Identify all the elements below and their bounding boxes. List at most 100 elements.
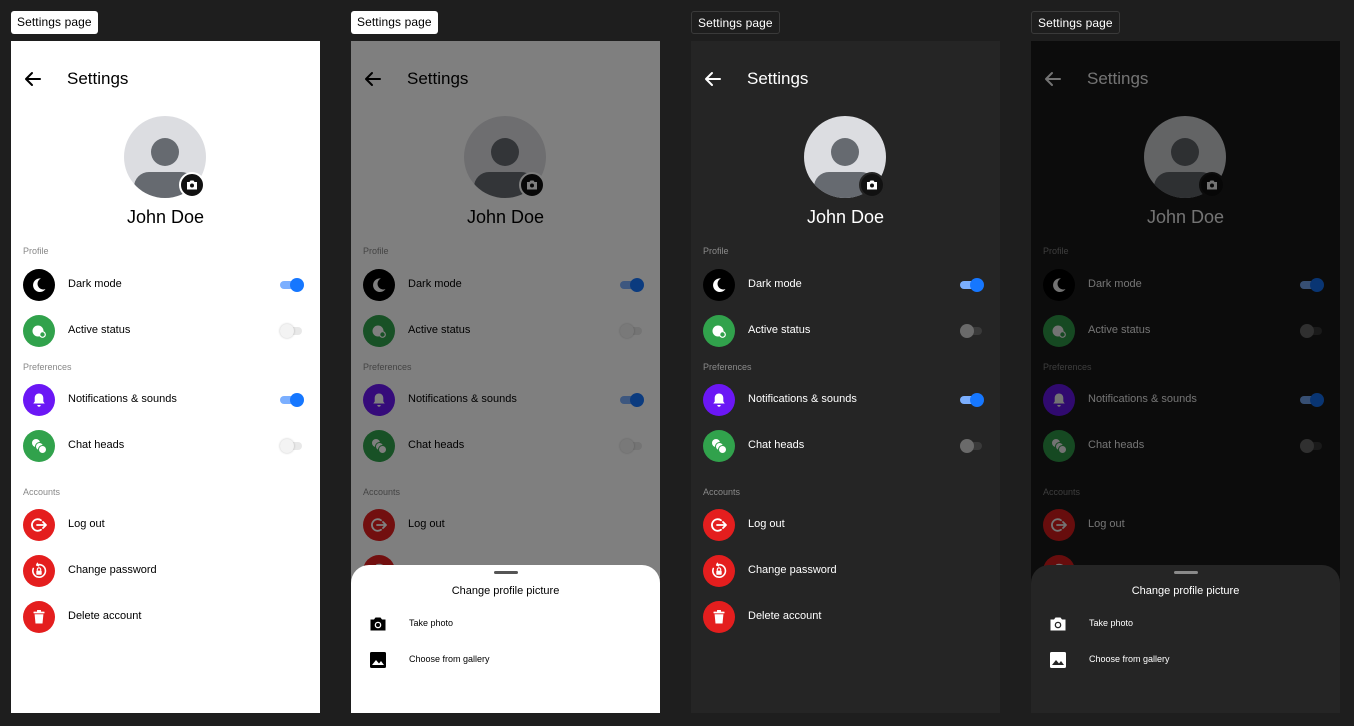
- setting-label: Change password: [748, 564, 837, 576]
- section-label-profile: Profile: [23, 246, 49, 256]
- setting-row-log-out[interactable]: Log out: [691, 505, 1000, 545]
- settings-screen-light-sheet: Settings John Doe Profile Dark mode Acti…: [351, 41, 660, 713]
- chat-heads-icon: [1043, 430, 1075, 462]
- logout-icon: [23, 509, 55, 541]
- logout-icon: [363, 509, 395, 541]
- dark-mode-toggle[interactable]: [960, 278, 984, 292]
- option-label: Choose from gallery: [409, 654, 490, 664]
- moon-icon: [363, 269, 395, 301]
- setting-label: Notifications & sounds: [748, 393, 857, 405]
- notifications-toggle[interactable]: [620, 393, 644, 407]
- choose-gallery-option[interactable]: Choose from gallery: [351, 646, 660, 674]
- setting-row-log-out[interactable]: Log out: [351, 505, 660, 545]
- setting-label: Chat heads: [748, 439, 805, 451]
- notifications-toggle[interactable]: [280, 393, 304, 407]
- setting-row-active-status[interactable]: Active status: [351, 311, 660, 351]
- camera-icon[interactable]: [1199, 172, 1225, 198]
- setting-row-notifications[interactable]: Notifications & sounds: [11, 380, 320, 420]
- setting-label: Delete account: [68, 610, 142, 622]
- dark-mode-toggle[interactable]: [280, 278, 304, 292]
- chat-heads-toggle[interactable]: [960, 439, 984, 453]
- sheet-title: Change profile picture: [451, 585, 560, 597]
- camera-icon[interactable]: [519, 172, 545, 198]
- setting-label: Notifications & sounds: [1088, 393, 1197, 405]
- chat-heads-icon: [363, 430, 395, 462]
- chat-heads-icon: [23, 430, 55, 462]
- choose-gallery-option[interactable]: Choose from gallery: [1031, 646, 1340, 674]
- take-photo-option[interactable]: Take photo: [351, 610, 660, 638]
- setting-row-active-status[interactable]: Active status: [691, 311, 1000, 351]
- camera-icon[interactable]: [859, 172, 885, 198]
- status-icon: [703, 315, 735, 347]
- setting-row-dark-mode[interactable]: Dark mode: [691, 265, 1000, 305]
- arrow-left-icon[interactable]: [24, 70, 42, 88]
- option-label: Take photo: [1089, 618, 1134, 628]
- setting-row-active-status[interactable]: Active status: [1031, 311, 1340, 351]
- setting-row-delete-account[interactable]: Delete account: [691, 597, 1000, 637]
- user-name: John Doe: [126, 207, 205, 227]
- notifications-toggle[interactable]: [960, 393, 984, 407]
- setting-row-notifications[interactable]: Notifications & sounds: [1031, 380, 1340, 420]
- arrow-left-icon[interactable]: [704, 70, 722, 88]
- user-name: John Doe: [466, 207, 545, 227]
- dark-mode-toggle[interactable]: [620, 278, 644, 292]
- setting-row-chat-heads[interactable]: Chat heads: [691, 426, 1000, 466]
- chat-heads-toggle[interactable]: [620, 439, 644, 453]
- moon-icon: [1043, 269, 1075, 301]
- bottom-sheet: Change profile picture Take photo Choose…: [351, 565, 660, 713]
- arrow-left-icon[interactable]: [1044, 70, 1062, 88]
- setting-row-log-out[interactable]: Log out: [1031, 505, 1340, 545]
- setting-row-notifications[interactable]: Notifications & sounds: [351, 380, 660, 420]
- setting-label: Dark mode: [408, 278, 462, 290]
- setting-row-log-out[interactable]: Log out: [11, 505, 320, 545]
- option-label: Choose from gallery: [1089, 654, 1170, 664]
- active-status-toggle[interactable]: [960, 324, 984, 338]
- setting-label: Dark mode: [748, 278, 802, 290]
- setting-row-dark-mode[interactable]: Dark mode: [1031, 265, 1340, 305]
- setting-label: Chat heads: [408, 439, 465, 451]
- active-status-toggle[interactable]: [620, 324, 644, 338]
- setting-row-dark-mode[interactable]: Dark mode: [351, 265, 660, 305]
- section-label-profile: Profile: [703, 246, 729, 256]
- setting-label: Log out: [1088, 518, 1125, 530]
- notifications-toggle[interactable]: [1300, 393, 1324, 407]
- bell-icon: [703, 384, 735, 416]
- setting-row-delete-account[interactable]: Delete account: [11, 597, 320, 637]
- settings-screen-dark: Settings John Doe Profile Dark mode Acti…: [691, 41, 1000, 713]
- active-status-toggle[interactable]: [1300, 324, 1324, 338]
- setting-row-dark-mode[interactable]: Dark mode: [11, 265, 320, 305]
- moon-icon: [703, 269, 735, 301]
- bell-icon: [23, 384, 55, 416]
- active-status-toggle[interactable]: [280, 324, 304, 338]
- section-label-accounts: Accounts: [363, 487, 401, 497]
- dark-mode-toggle[interactable]: [1300, 278, 1324, 292]
- page-title: Settings: [1087, 69, 1149, 88]
- chat-heads-toggle[interactable]: [280, 439, 304, 453]
- trash-icon: [23, 601, 55, 633]
- setting-row-active-status[interactable]: Active status: [11, 311, 320, 351]
- sheet-handle[interactable]: [1174, 571, 1198, 574]
- section-label-accounts: Accounts: [703, 487, 741, 497]
- chat-heads-toggle[interactable]: [1300, 439, 1324, 453]
- moon-icon: [23, 269, 55, 301]
- frame-label: Settings page: [351, 11, 438, 34]
- section-label-accounts: Accounts: [1043, 487, 1081, 497]
- take-photo-option[interactable]: Take photo: [1031, 610, 1340, 638]
- setting-row-chat-heads[interactable]: Chat heads: [11, 426, 320, 466]
- arrow-left-icon[interactable]: [364, 70, 382, 88]
- setting-label: Chat heads: [68, 439, 125, 451]
- section-label-profile: Profile: [363, 246, 389, 256]
- page-title: Settings: [747, 69, 809, 88]
- sheet-handle[interactable]: [494, 571, 518, 574]
- setting-label: Dark mode: [1088, 278, 1142, 290]
- setting-row-chat-heads[interactable]: Chat heads: [351, 426, 660, 466]
- camera-icon[interactable]: [179, 172, 205, 198]
- setting-row-change-password[interactable]: Change password: [11, 551, 320, 591]
- camera-icon: [1049, 615, 1067, 633]
- setting-label: Active status: [1088, 324, 1151, 336]
- setting-row-chat-heads[interactable]: Chat heads: [1031, 426, 1340, 466]
- section-label-profile: Profile: [1043, 246, 1069, 256]
- user-name: John Doe: [1146, 207, 1225, 227]
- setting-row-notifications[interactable]: Notifications & sounds: [691, 380, 1000, 420]
- setting-row-change-password[interactable]: Change password: [691, 551, 1000, 591]
